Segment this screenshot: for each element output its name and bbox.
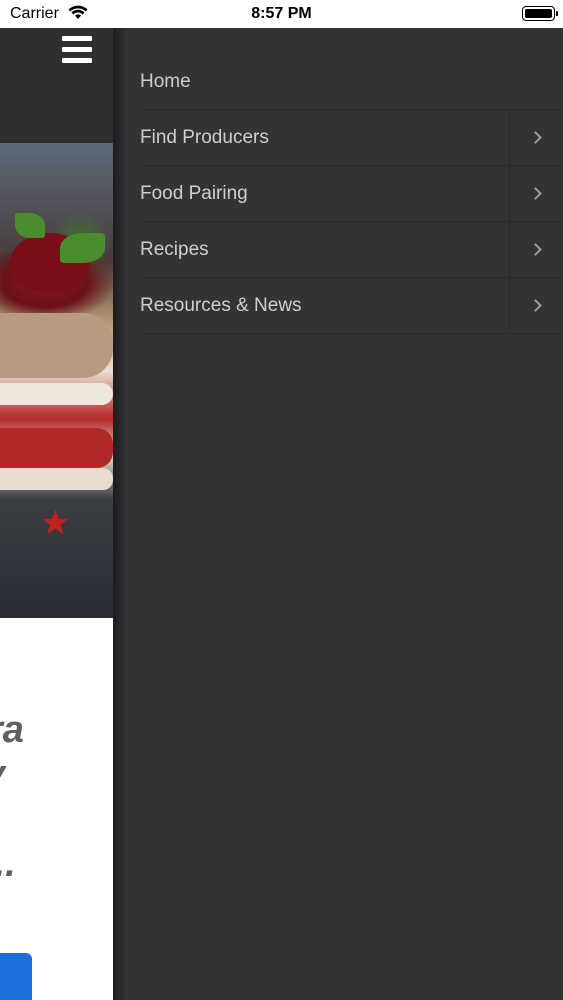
- menu-item-label: Recipes: [140, 238, 209, 260]
- menu-item-label: Find Producers: [140, 126, 269, 148]
- expand-submenu-button[interactable]: [509, 166, 563, 221]
- chevron-right-icon: [529, 299, 542, 312]
- battery-icon: [522, 6, 558, 21]
- star-icon: ★: [40, 504, 71, 542]
- food-bread-layer: [0, 383, 113, 405]
- main-content: ★ ra y ...: [0, 28, 113, 1000]
- food-meat-layer: [0, 313, 113, 378]
- food-leaf: [15, 213, 45, 238]
- teaser-line: y: [0, 752, 113, 796]
- menu-item-find-producers[interactable]: Find Producers: [140, 110, 563, 166]
- hero-food-image: ★: [0, 143, 113, 618]
- drawer-shadow: [113, 28, 127, 1000]
- expand-submenu-button[interactable]: [509, 222, 563, 277]
- menu-item-label: Home: [140, 70, 191, 92]
- chevron-right-icon: [529, 187, 542, 200]
- expand-submenu-button[interactable]: [509, 110, 563, 165]
- food-base-layer: [0, 468, 113, 490]
- chevron-right-icon: [529, 243, 542, 256]
- menu-toggle-icon[interactable]: [62, 36, 94, 64]
- teaser-line: ...: [0, 843, 16, 885]
- menu-item-recipes[interactable]: Recipes: [140, 222, 563, 278]
- main-header: [0, 28, 113, 143]
- expand-submenu-button[interactable]: [509, 278, 563, 333]
- clock: 8:57 PM: [251, 5, 312, 22]
- menu-item-home[interactable]: Home: [140, 54, 563, 110]
- food-leaf: [60, 233, 105, 263]
- teaser-line: ra: [0, 709, 24, 751]
- read-more-button[interactable]: [0, 953, 32, 1000]
- status-bar: Carrier 8:57 PM: [0, 0, 563, 28]
- menu-item-label: Food Pairing: [140, 182, 248, 204]
- food-jam-layer: [0, 428, 113, 468]
- chevron-right-icon: [529, 131, 542, 144]
- drawer-menu: Home Find Producers Food Pairing Recipes…: [140, 54, 563, 334]
- menu-item-resources-news[interactable]: Resources & News: [140, 278, 563, 334]
- menu-item-food-pairing[interactable]: Food Pairing: [140, 166, 563, 222]
- menu-item-label: Resources & News: [140, 294, 302, 316]
- article-teaser[interactable]: ra y ...: [0, 708, 113, 886]
